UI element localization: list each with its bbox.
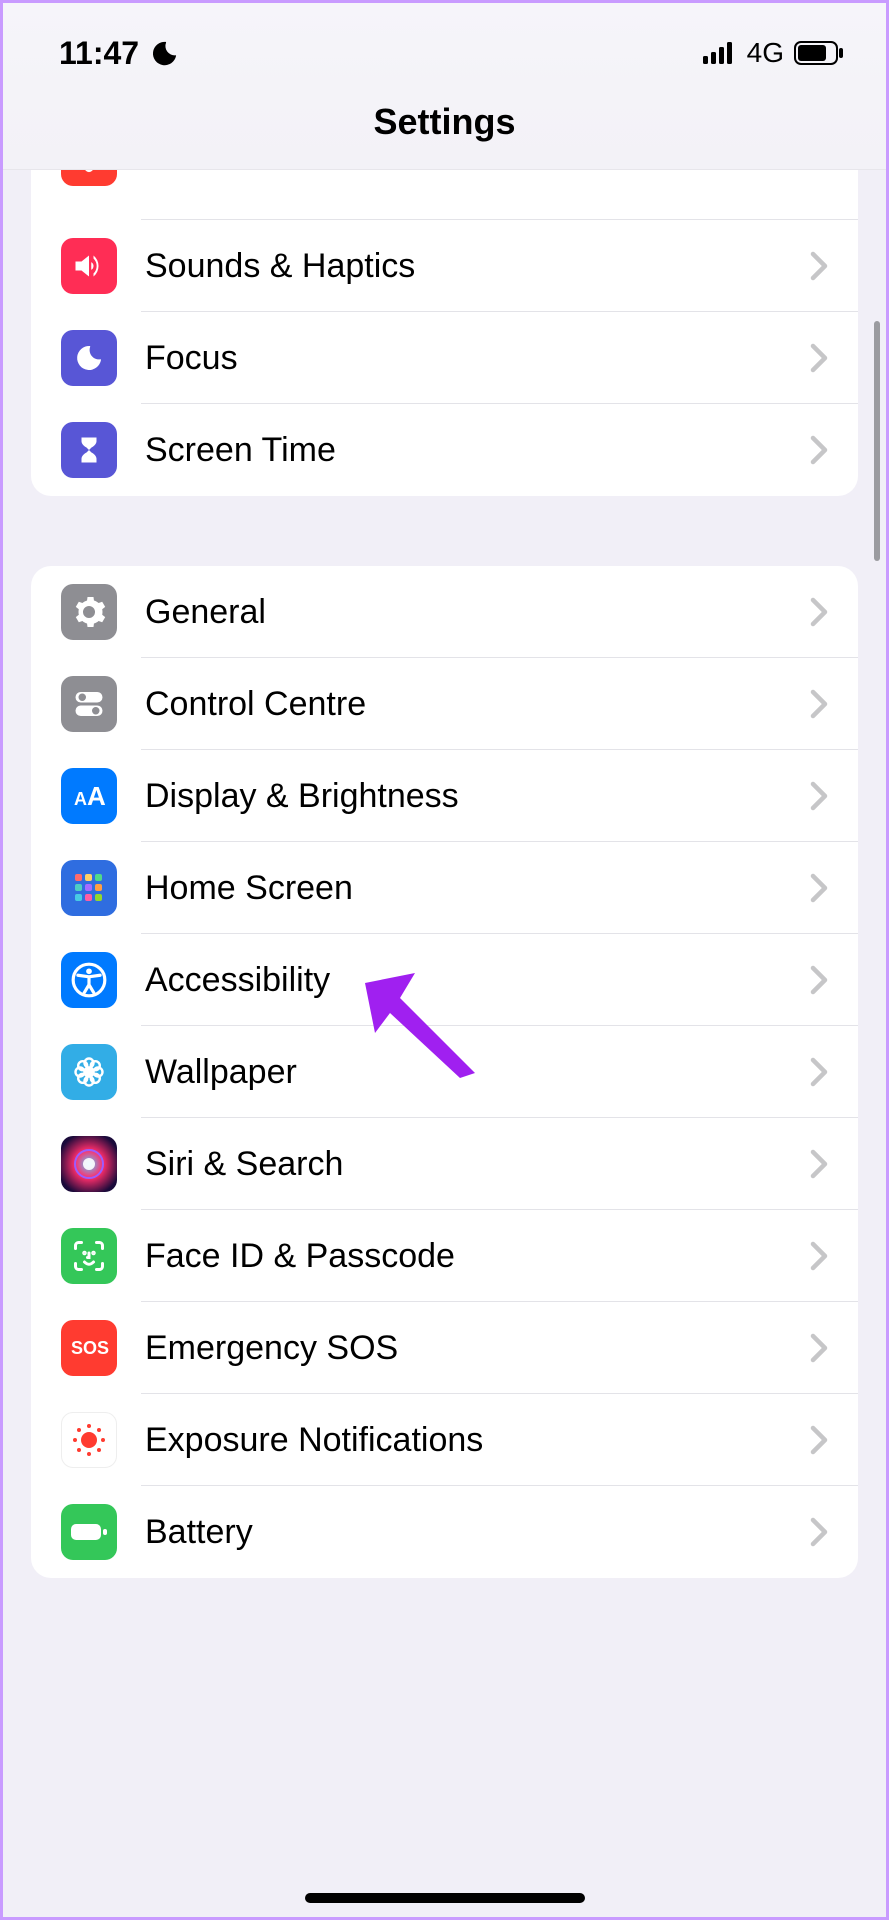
svg-text:A: A [87, 781, 106, 811]
settings-list[interactable]: Notifications Sounds & Haptics Focus [3, 170, 886, 1618]
chevron-right-icon [810, 1057, 834, 1087]
chevron-right-icon [810, 1149, 834, 1179]
row-home-screen[interactable]: Home Screen [31, 842, 858, 934]
row-screen-time[interactable]: Screen Time [31, 404, 858, 496]
chevron-right-icon [810, 965, 834, 995]
chevron-right-icon [810, 435, 834, 465]
settings-group-notifications: Notifications Sounds & Haptics Focus [31, 170, 858, 496]
dnd-moon-icon [151, 39, 179, 67]
row-label: Control Centre [145, 685, 810, 724]
gear-icon [61, 584, 117, 640]
chevron-right-icon [810, 1425, 834, 1455]
battery-icon [61, 1504, 117, 1560]
row-label: Siri & Search [145, 1145, 810, 1184]
row-display-brightness[interactable]: A A Display & Brightness [31, 750, 858, 842]
row-label: Exposure Notifications [145, 1421, 810, 1460]
cellular-signal-icon [703, 42, 737, 64]
chevron-right-icon [810, 1517, 834, 1547]
chevron-right-icon [810, 1333, 834, 1363]
row-emergency-sos[interactable]: SOS Emergency SOS [31, 1302, 858, 1394]
row-label: Face ID & Passcode [145, 1237, 810, 1276]
row-label: Sounds & Haptics [145, 247, 810, 286]
row-label: Emergency SOS [145, 1329, 810, 1368]
status-left: 11:47 [59, 35, 179, 72]
status-right: 4G [703, 37, 844, 69]
row-label: Display & Brightness [145, 777, 810, 816]
row-accessibility[interactable]: Accessibility [31, 934, 858, 1026]
status-bar: 11:47 4G [3, 3, 886, 89]
hourglass-icon [61, 422, 117, 478]
row-exposure-notifications[interactable]: Exposure Notifications [31, 1394, 858, 1486]
chevron-right-icon [810, 1241, 834, 1271]
network-type: 4G [747, 37, 784, 69]
row-label: Focus [145, 339, 810, 378]
row-label: Home Screen [145, 869, 810, 908]
row-label: Wallpaper [145, 1053, 810, 1092]
row-siri-search[interactable]: Siri & Search [31, 1118, 858, 1210]
bell-icon [61, 170, 117, 186]
page-title: Settings [3, 89, 886, 170]
row-label: Notifications [145, 170, 810, 173]
home-indicator[interactable] [305, 1893, 585, 1903]
scrollbar-thumb[interactable] [874, 321, 880, 561]
battery-icon [794, 41, 844, 65]
row-control-centre[interactable]: Control Centre [31, 658, 858, 750]
sos-icon: SOS [61, 1320, 117, 1376]
row-general[interactable]: General [31, 566, 858, 658]
row-focus[interactable]: Focus [31, 312, 858, 404]
settings-group-general: General Control Centre [31, 566, 858, 1578]
chevron-right-icon [810, 781, 834, 811]
chevron-right-icon [810, 689, 834, 719]
row-label: Accessibility [145, 961, 810, 1000]
chevron-right-icon [810, 597, 834, 627]
textsize-icon: A A [61, 768, 117, 824]
chevron-right-icon [810, 343, 834, 373]
exposure-icon [61, 1412, 117, 1468]
phone-frame: 11:47 4G [0, 0, 889, 1920]
siri-icon [61, 1136, 117, 1192]
row-wallpaper[interactable]: Wallpaper [31, 1026, 858, 1118]
chevron-right-icon [810, 873, 834, 903]
row-battery[interactable]: Battery [31, 1486, 858, 1578]
row-label: Screen Time [145, 431, 810, 470]
svg-text:SOS: SOS [71, 1338, 109, 1358]
svg-text:A: A [74, 789, 87, 809]
moon-icon [61, 330, 117, 386]
status-time: 11:47 [59, 35, 139, 72]
flower-icon [61, 1044, 117, 1100]
toggles-icon [61, 676, 117, 732]
speaker-icon [61, 238, 117, 294]
row-notifications[interactable]: Notifications [31, 170, 858, 220]
chevron-right-icon [810, 251, 834, 281]
row-face-id-passcode[interactable]: Face ID & Passcode [31, 1210, 858, 1302]
row-label: Battery [145, 1513, 810, 1552]
faceid-icon [61, 1228, 117, 1284]
accessibility-icon [61, 952, 117, 1008]
appgrid-icon [61, 860, 117, 916]
row-sounds-haptics[interactable]: Sounds & Haptics [31, 220, 858, 312]
row-label: General [145, 593, 810, 632]
